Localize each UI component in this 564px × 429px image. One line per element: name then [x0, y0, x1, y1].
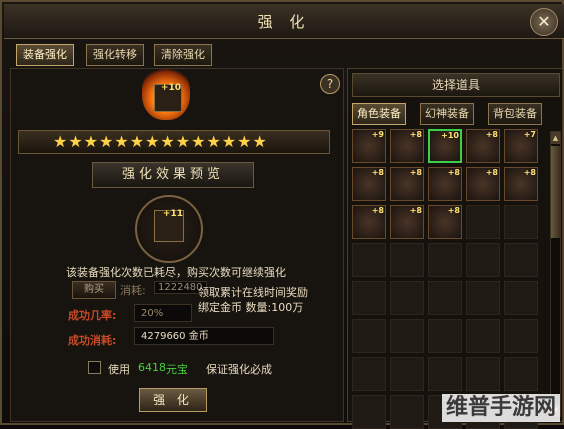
guarantee-desc: 保证强化必成: [206, 363, 272, 376]
item-plus-level: +8: [409, 206, 422, 215]
item-select-title: 选择道具: [352, 73, 560, 97]
empty-slot[interactable]: [390, 281, 424, 315]
empty-slot[interactable]: [352, 395, 386, 429]
empty-slot[interactable]: [390, 243, 424, 277]
enhance-info-text: 该装备强化次数已耗尽，购买次数可继续强化: [66, 266, 286, 279]
empty-slot[interactable]: [390, 319, 424, 353]
guarantee-currency: 元宝: [166, 363, 188, 376]
success-cost-label: 成功消耗:: [68, 334, 117, 347]
empty-slot[interactable]: [352, 243, 386, 277]
item-slot[interactable]: +8: [466, 129, 500, 163]
tab-phantom-equip[interactable]: 幻神装备: [420, 103, 474, 125]
guarantee-amount: 6418: [138, 361, 166, 374]
tab-bag-equip[interactable]: 背包装备: [488, 103, 542, 125]
item-slot[interactable]: +9: [352, 129, 386, 163]
item-plus-level: +8: [371, 168, 384, 177]
star-rating-icon: ★★★★★★★★★★★★★★: [53, 132, 268, 151]
item-slot[interactable]: +8: [466, 167, 500, 201]
enhance-button[interactable]: 强 化: [139, 388, 207, 412]
preview-banner: 强化效果预览: [92, 162, 254, 188]
buy-button[interactable]: 购买: [72, 281, 116, 299]
empty-slot[interactable]: [428, 319, 462, 353]
target-item-slot[interactable]: +10: [154, 83, 182, 112]
empty-slot[interactable]: [504, 243, 538, 277]
reward-line-2: 绑定金币 数量:100万: [198, 301, 304, 314]
preview-item-slot: +11: [154, 209, 184, 242]
empty-slot[interactable]: [390, 395, 424, 429]
title-bar: 强 化 ✕: [4, 4, 564, 39]
item-plus-level: +8: [409, 168, 422, 177]
item-slot[interactable]: +8: [428, 205, 462, 239]
empty-slot[interactable]: [504, 357, 538, 391]
item-slot[interactable]: +8: [390, 167, 424, 201]
empty-slot[interactable]: [428, 243, 462, 277]
item-slot[interactable]: +8: [504, 167, 538, 201]
item-slot[interactable]: +8: [390, 205, 424, 239]
buy-cost-label: 消耗:: [120, 284, 146, 297]
tab-equip-enhance[interactable]: 装备强化: [16, 44, 74, 66]
close-icon[interactable]: ✕: [530, 8, 558, 36]
item-slot[interactable]: +8: [390, 129, 424, 163]
watermark-text: 维普手游网: [442, 394, 561, 422]
empty-slot[interactable]: [352, 281, 386, 315]
tab-enhance-transfer[interactable]: 强化转移: [86, 44, 144, 66]
guarantee-use-label: 使用: [108, 363, 130, 376]
empty-slot[interactable]: [466, 205, 500, 239]
success-rate-label: 成功几率:: [68, 309, 117, 322]
item-select-panel: 选择道具 角色装备 幻神装备 背包装备 +9 +8 +10 +8 +7 +8 +8 +8 +8 +…: [347, 68, 563, 429]
scrollbar[interactable]: ▲ ▼: [550, 131, 561, 417]
item-plus-level: +8: [523, 168, 536, 177]
item-plus-level: +8: [485, 168, 498, 177]
empty-slot[interactable]: [466, 243, 500, 277]
item-slot[interactable]: +7: [504, 129, 538, 163]
window-title: 强 化: [257, 13, 311, 31]
item-plus-level: +8: [409, 130, 422, 139]
tab-clear-enhance[interactable]: 清除强化: [154, 44, 212, 66]
item-plus-level: +8: [447, 168, 460, 177]
tab-character-equip[interactable]: 角色装备: [352, 103, 406, 125]
empty-slot[interactable]: [466, 319, 500, 353]
empty-slot[interactable]: [504, 281, 538, 315]
success-cost-field: 4279660 金币: [134, 327, 274, 345]
empty-slot[interactable]: [352, 357, 386, 391]
item-slot[interactable]: +8: [428, 167, 462, 201]
guarantee-checkbox[interactable]: [88, 361, 101, 374]
preview-item-level: +11: [162, 209, 183, 219]
scroll-thumb[interactable]: [551, 146, 560, 238]
help-icon[interactable]: ?: [320, 74, 340, 94]
star-bar: ★★★★★★★★★★★★★★: [18, 130, 330, 154]
item-plus-level: +10: [441, 131, 459, 140]
scroll-up-icon[interactable]: ▲: [551, 132, 560, 144]
item-slot[interactable]: +8: [352, 167, 386, 201]
item-plus-level: +7: [523, 130, 536, 139]
target-item-level: +10: [160, 83, 181, 93]
empty-slot[interactable]: [466, 357, 500, 391]
success-rate-field: 20%: [134, 304, 192, 322]
reward-line-1: 领取累计在线时间奖励: [198, 286, 308, 299]
empty-slot[interactable]: [428, 281, 462, 315]
empty-slot[interactable]: [504, 319, 538, 353]
item-plus-level: +8: [447, 206, 460, 215]
item-plus-level: +8: [485, 130, 498, 139]
empty-slot[interactable]: [466, 281, 500, 315]
item-slot[interactable]: +8: [352, 205, 386, 239]
empty-slot[interactable]: [390, 357, 424, 391]
item-plus-level: +9: [371, 130, 384, 139]
empty-slot[interactable]: [428, 357, 462, 391]
empty-slot[interactable]: [504, 205, 538, 239]
enhance-window: 强 化 ✕ 装备强化 强化转移 清除强化 ? +10 ★★★★★★★★★★★★★…: [0, 0, 564, 429]
empty-slot[interactable]: [352, 319, 386, 353]
item-plus-level: +8: [371, 206, 384, 215]
item-slot[interactable]: +10: [428, 129, 462, 163]
